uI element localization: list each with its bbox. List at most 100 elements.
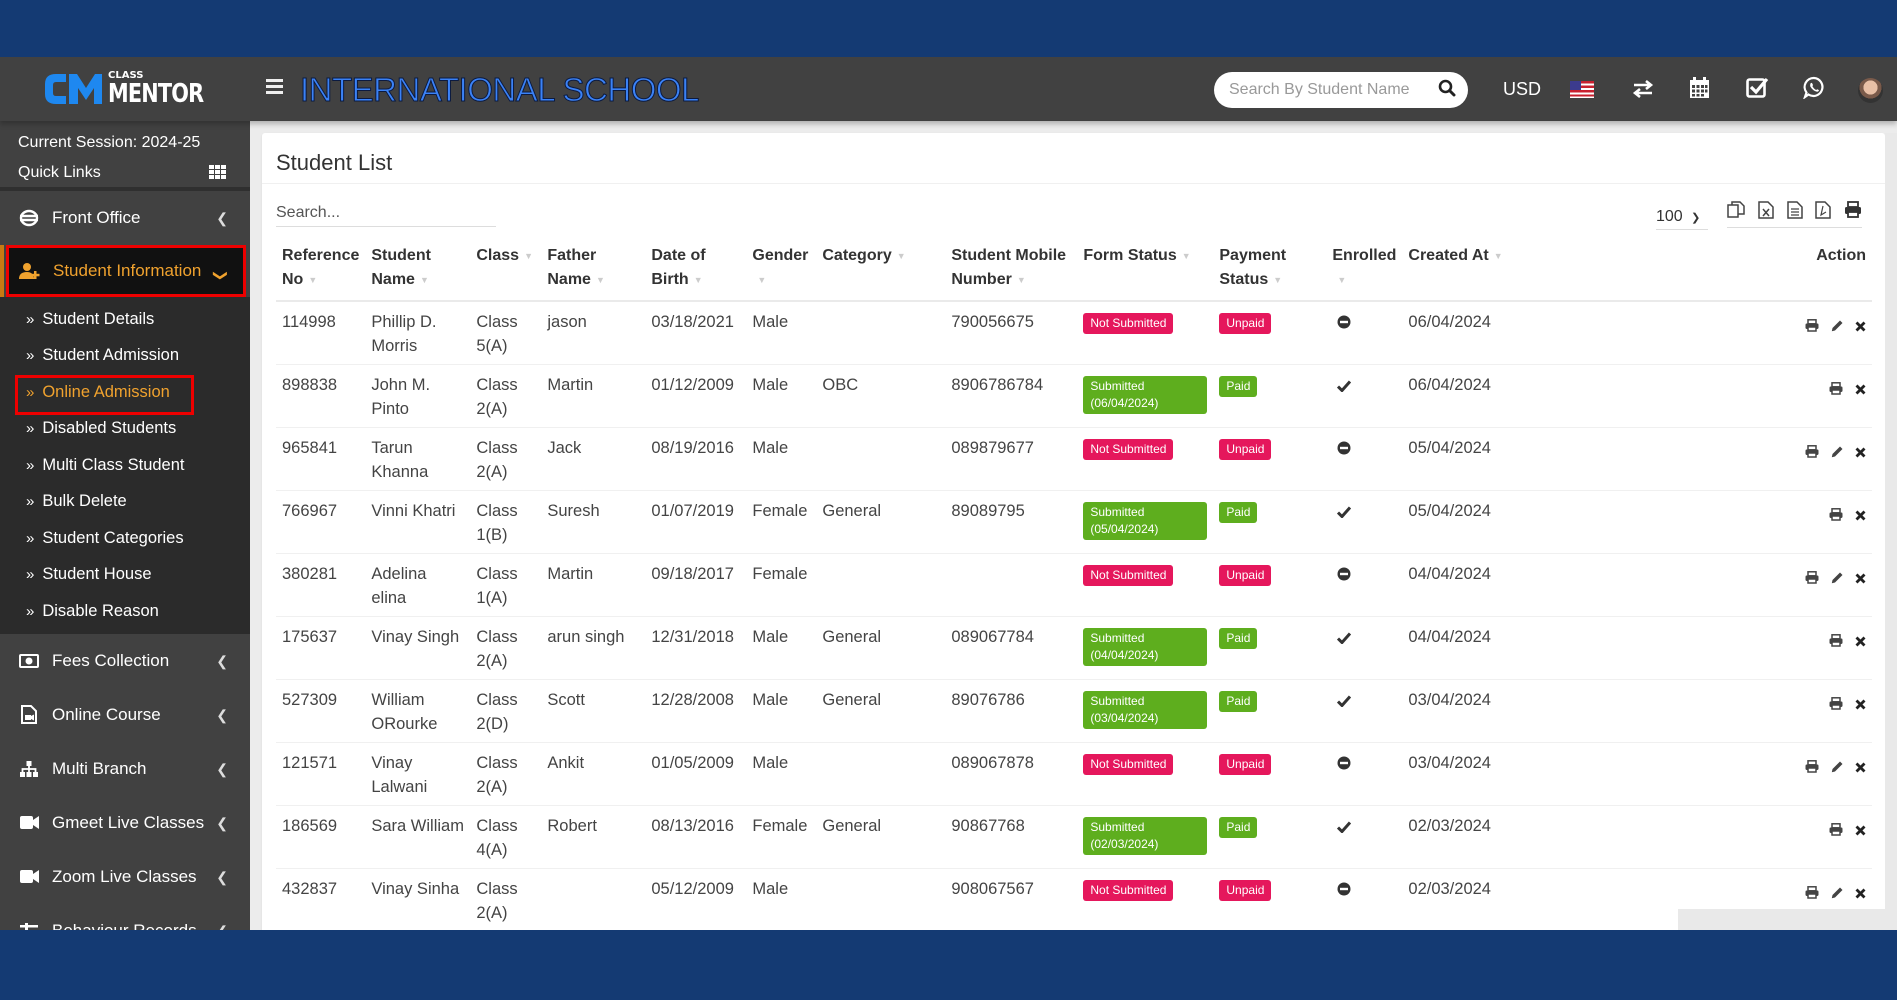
submenu-disable-reason[interactable]: » Disable Reason (0, 593, 250, 630)
student-information-submenu: » Student Details » Student Admission » Onl… (0, 297, 250, 634)
delete-x-icon[interactable] (1855, 882, 1866, 906)
column-header[interactable]: Date of Birth ▼ (645, 244, 747, 303)
submenu-multi-class-student[interactable]: » Multi Class Student (0, 447, 250, 484)
submenu-student-house[interactable]: » Student House (0, 557, 250, 594)
print-icon[interactable] (1805, 756, 1819, 780)
user-avatar[interactable] (1858, 78, 1883, 103)
excel-icon[interactable] (1758, 201, 1774, 219)
sort-caret-icon[interactable]: ▼ (1494, 244, 1503, 268)
submenu-student-categories[interactable]: » Student Categories (0, 520, 250, 557)
delete-x-icon[interactable] (1855, 756, 1866, 780)
print-icon[interactable] (1805, 441, 1819, 465)
search-icon[interactable] (1438, 79, 1456, 102)
column-header[interactable]: Created At ▼ (1402, 244, 1523, 303)
task-checkbox-icon[interactable] (1746, 76, 1769, 103)
sort-caret-icon[interactable]: ▼ (1182, 244, 1191, 268)
quick-links[interactable]: Quick Links (18, 164, 232, 182)
current-session[interactable]: Current Session: 2024-25 (18, 134, 232, 152)
cell-ref: 175637 (276, 616, 366, 681)
sort-caret-icon[interactable]: ▼ (1017, 268, 1026, 292)
print-icon[interactable] (1805, 882, 1819, 906)
submenu-student-admission[interactable]: » Student Admission (0, 338, 250, 375)
csv-icon[interactable] (1786, 201, 1803, 219)
sidebar-item-gmeet-live-classes[interactable]: Gmeet Live Classes ❮ (0, 796, 250, 850)
edit-pencil-icon[interactable] (1831, 756, 1843, 780)
sort-caret-icon[interactable]: ▼ (1273, 268, 1282, 292)
page-scrollbar[interactable] (1885, 133, 1897, 930)
print-icon[interactable] (1829, 378, 1843, 402)
print-icon[interactable] (1844, 201, 1862, 219)
sidebar-item-behaviour-records[interactable]: Behaviour Records ❮ (0, 904, 250, 930)
print-icon[interactable] (1829, 630, 1843, 654)
grid-icon[interactable] (209, 165, 226, 184)
payment-status-badge: Unpaid (1219, 754, 1272, 776)
submenu-disabled-students[interactable]: » Disabled Students (0, 411, 250, 448)
currency-selector[interactable]: USD (1503, 79, 1541, 100)
print-icon[interactable] (1829, 819, 1843, 843)
sidebar-item-student-information[interactable]: Student Information ❮ (0, 245, 246, 297)
column-header[interactable]: Category ▼ (816, 244, 946, 303)
edit-pencil-icon[interactable] (1831, 567, 1843, 591)
sort-caret-icon[interactable]: ▼ (897, 244, 906, 268)
cell-enrolled (1326, 301, 1403, 366)
cell-actions (1522, 364, 1872, 429)
page-length-select[interactable]: 100 ❯ (1656, 208, 1708, 230)
table-search-input[interactable] (276, 202, 496, 227)
column-header[interactable]: Father Name ▼ (541, 244, 646, 303)
delete-x-icon[interactable] (1855, 441, 1866, 465)
delete-x-icon[interactable] (1855, 378, 1866, 402)
cell-category: OBC (816, 364, 946, 429)
sidebar-item-multi-branch[interactable]: Multi Branch ❮ (0, 742, 250, 796)
logo[interactable]: CLASS MENTOR (42, 70, 227, 108)
sort-caret-icon[interactable]: ▼ (308, 268, 317, 292)
pdf-icon[interactable] (1815, 201, 1831, 219)
sort-caret-icon[interactable]: ▼ (694, 268, 703, 292)
column-header[interactable]: Gender ▼ (746, 244, 817, 303)
delete-x-icon[interactable] (1855, 504, 1866, 528)
sort-caret-icon[interactable]: ▼ (757, 268, 766, 292)
us-flag-icon[interactable] (1570, 81, 1594, 103)
delete-x-icon[interactable] (1855, 315, 1866, 339)
print-icon[interactable] (1829, 504, 1843, 528)
sidebar-item-zoom-live-classes[interactable]: Zoom Live Classes ❮ (0, 850, 250, 904)
column-header[interactable]: Reference No ▼ (276, 244, 366, 303)
cell-created-at: 05/04/2024 (1402, 427, 1523, 492)
submenu-online-admission[interactable]: » Online Admission (0, 374, 250, 415)
column-header[interactable]: Student Mobile Number ▼ (945, 244, 1078, 303)
column-header[interactable]: Class ▼ (470, 244, 542, 303)
edit-pencil-icon[interactable] (1831, 882, 1843, 906)
sidebar-item-fees-collection[interactable]: Fees Collection ❮ (0, 634, 250, 688)
print-icon[interactable] (1829, 693, 1843, 717)
app: CLASS MENTOR INTERNATIONAL SCHOOL USD (0, 57, 1897, 930)
whatsapp-icon[interactable] (1802, 76, 1825, 104)
chevron-left-icon: ❮ (216, 210, 228, 226)
calendar-icon[interactable] (1689, 76, 1710, 104)
edit-pencil-icon[interactable] (1831, 315, 1843, 339)
column-header[interactable]: Student Name ▼ (365, 244, 471, 303)
column-header[interactable]: Form Status ▼ (1077, 244, 1214, 303)
delete-x-icon[interactable] (1855, 819, 1866, 843)
sort-caret-icon[interactable]: ▼ (1337, 268, 1346, 292)
column-header[interactable]: Payment Status ▼ (1213, 244, 1327, 303)
delete-x-icon[interactable] (1855, 630, 1866, 654)
cell-ref: 114998 (276, 301, 366, 366)
sort-caret-icon[interactable]: ▼ (596, 268, 605, 292)
sort-caret-icon[interactable]: ▼ (420, 268, 429, 292)
double-chevron-icon: » (26, 456, 35, 474)
menu-toggle-icon[interactable] (266, 79, 283, 95)
student-search-input[interactable] (1229, 81, 1434, 99)
print-icon[interactable] (1805, 315, 1819, 339)
submenu-bulk-delete[interactable]: » Bulk Delete (0, 484, 250, 521)
switch-arrows-icon[interactable] (1632, 79, 1654, 104)
edit-pencil-icon[interactable] (1831, 441, 1843, 465)
column-header[interactable]: Enrolled ▼ (1326, 244, 1403, 303)
delete-x-icon[interactable] (1855, 693, 1866, 717)
form-status-badge: Submitted (05/04/2024) (1083, 502, 1208, 541)
sidebar-item-online-course[interactable]: Online Course ❮ (0, 688, 250, 742)
sidebar-item-front-office[interactable]: Front Office ❮ (0, 191, 250, 245)
sort-caret-icon[interactable]: ▼ (524, 244, 533, 268)
submenu-student-details[interactable]: » Student Details (0, 301, 250, 338)
print-icon[interactable] (1805, 567, 1819, 591)
delete-x-icon[interactable] (1855, 567, 1866, 591)
copy-icon[interactable] (1727, 201, 1745, 219)
